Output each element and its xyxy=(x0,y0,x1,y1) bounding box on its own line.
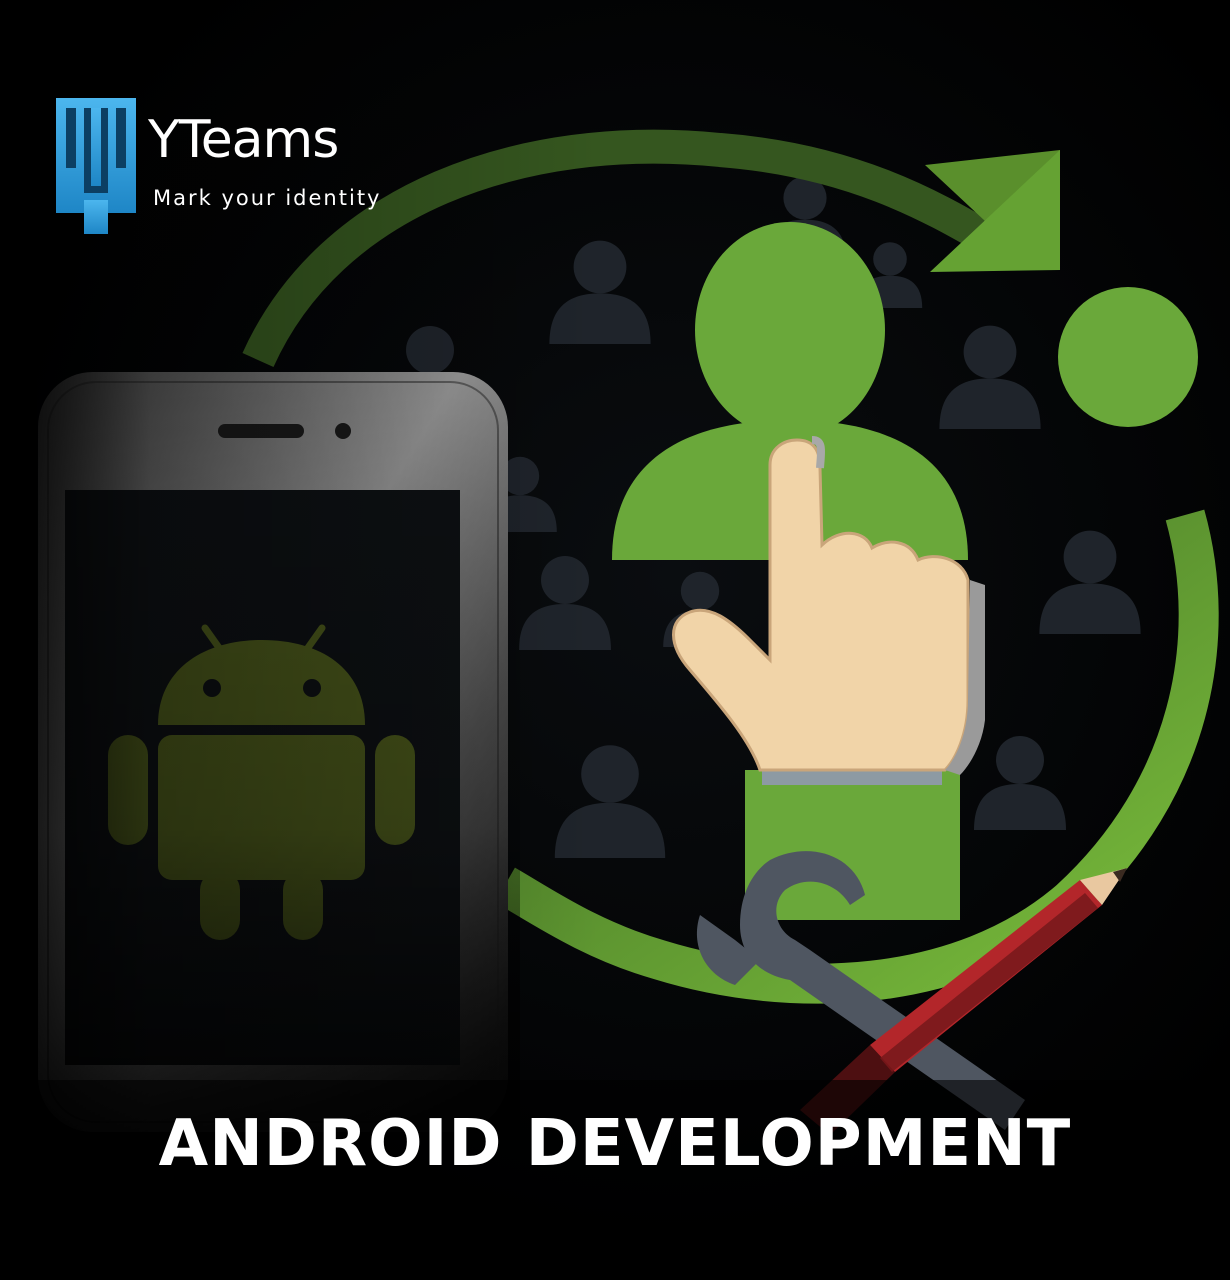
brand-name: YTeams xyxy=(148,110,339,170)
page-title: ANDROID DEVELOPMENT xyxy=(158,1107,1072,1181)
brand-tagline: Mark your identity xyxy=(153,186,382,210)
brand-logo: YTeams Mark your identity xyxy=(56,98,436,238)
banner: YTeams Mark your identity ANDROID DEVELO… xyxy=(0,0,1230,1280)
